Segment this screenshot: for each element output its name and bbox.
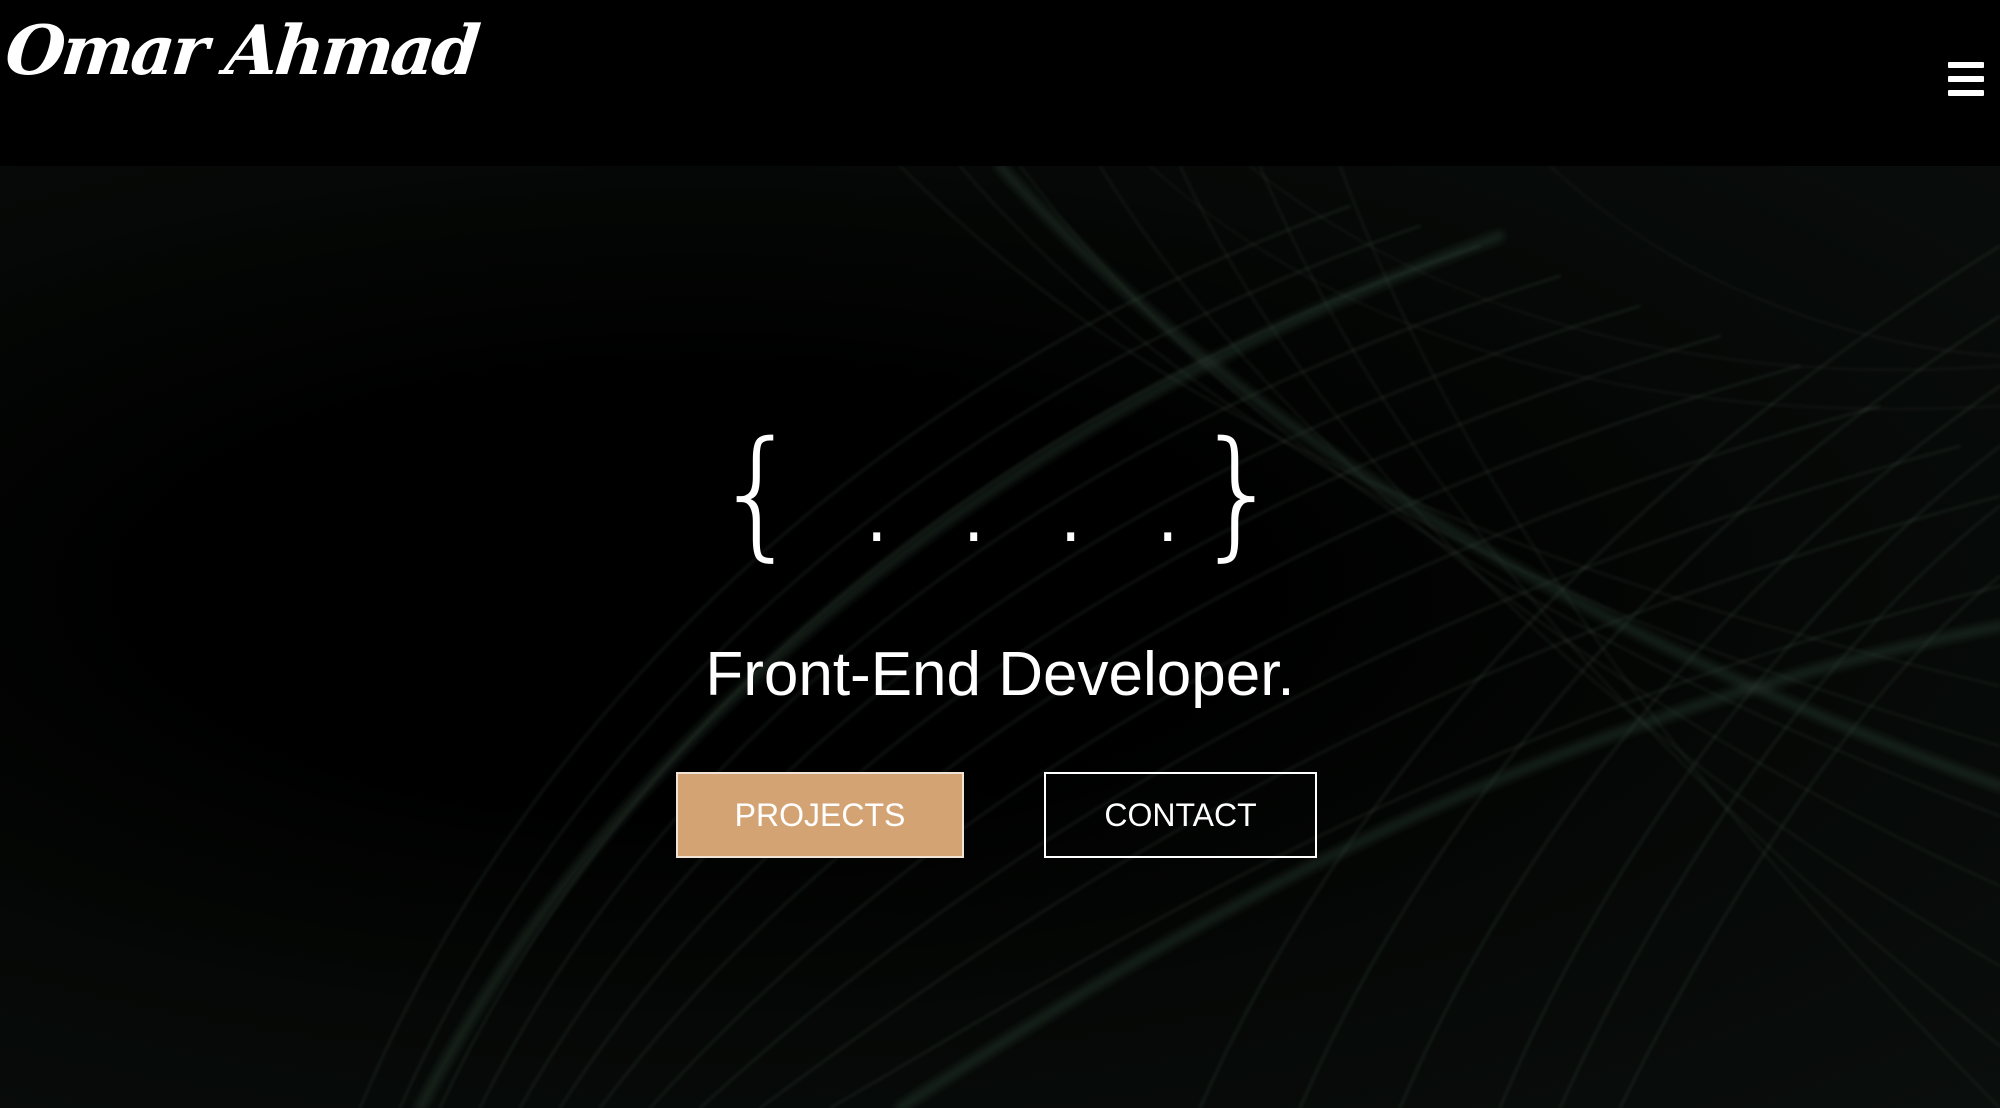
code-braces-symbol: { . . . .} xyxy=(712,412,1288,575)
contact-button[interactable]: CONTACT xyxy=(1044,772,1317,858)
menu-line xyxy=(1948,90,1984,96)
logo[interactable]: Omar Ahmad xyxy=(2,11,481,91)
portfolio-page: Omar Ahmad {. . . .} Front-End Develope… xyxy=(0,0,2000,1108)
background-light-wisps xyxy=(359,166,2000,1108)
hero-section: { . . . .} Front-End Developer. PROJECTS… xyxy=(0,166,2000,1108)
projects-button[interactable]: PROJECTS xyxy=(676,772,964,858)
menu-line xyxy=(1948,62,1984,68)
hero-subtitle: Front-End Developer. xyxy=(705,640,1295,709)
menu-line xyxy=(1948,76,1984,82)
site-header: Omar Ahmad xyxy=(0,0,2000,166)
hamburger-menu-icon[interactable] xyxy=(1948,62,1984,96)
